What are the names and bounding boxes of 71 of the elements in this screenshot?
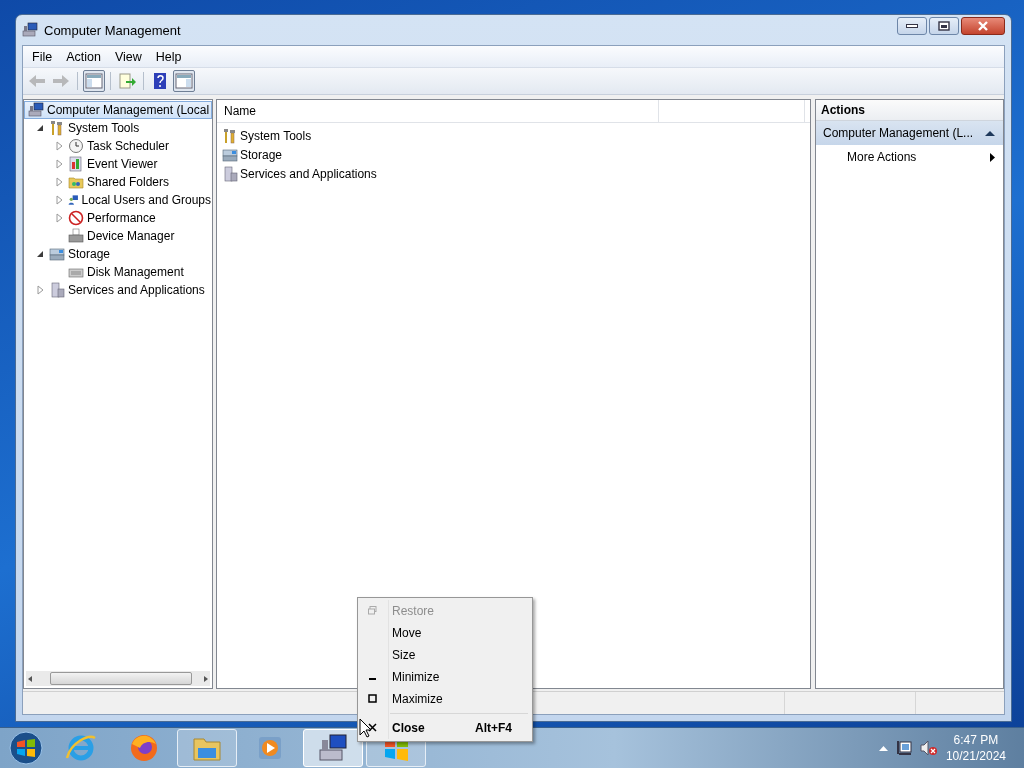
computer-icon [28, 102, 44, 118]
close-button[interactable] [961, 17, 1005, 35]
server-icon [222, 165, 238, 182]
menu-item[interactable]: Maximize [360, 688, 530, 710]
time-text: 6:47 PM [953, 732, 999, 748]
menu-item[interactable]: Move [360, 622, 530, 644]
folder-icon [68, 174, 84, 190]
list-item[interactable]: Storage [217, 145, 810, 164]
tree-item[interactable]: Event Viewer [24, 155, 212, 173]
tree-item[interactable]: Services and Applications [24, 281, 212, 299]
collapsed-arrow-icon[interactable] [34, 284, 46, 296]
maximize-icon [938, 21, 950, 31]
list-item[interactable]: Services and Applications [217, 164, 810, 183]
action-pane-button[interactable] [173, 70, 195, 92]
menu-item[interactable]: File [25, 47, 60, 66]
mouse-cursor-icon [359, 718, 372, 738]
tree-item[interactable]: Performance [24, 209, 212, 227]
tree-item[interactable]: Shared Folders [24, 173, 212, 191]
close-icon [368, 723, 377, 732]
tree-item[interactable]: System Tools [24, 119, 212, 137]
collapse-arrow-icon[interactable] [985, 129, 995, 137]
storage-icon [222, 146, 238, 163]
server-icon [49, 282, 65, 298]
tree-pane-button[interactable] [83, 70, 105, 92]
actions-section[interactable]: Computer Management (L... [816, 121, 1003, 145]
menu-item[interactable]: View [107, 47, 149, 66]
collapsed-arrow-icon[interactable] [53, 194, 65, 206]
tools-icon [222, 127, 238, 144]
computer-icon [317, 732, 349, 764]
show-hidden-icons-icon[interactable] [878, 745, 888, 751]
collapsed-arrow-icon[interactable] [53, 176, 65, 188]
storage-icon [49, 246, 65, 262]
minimize-icon [906, 23, 918, 29]
window-title: Computer Management [44, 22, 182, 38]
tree-item[interactable]: Local Users and Groups [24, 191, 212, 209]
clock[interactable]: 6:47 PM 10/21/2024 [945, 732, 1006, 764]
maximize-icon [368, 694, 377, 703]
tree-item[interactable]: Computer Management (Local [24, 101, 212, 119]
tree-item[interactable]: Device Manager [24, 227, 212, 245]
restore-icon [368, 606, 377, 615]
network-icon[interactable] [895, 740, 912, 756]
computer-icon [22, 22, 38, 38]
column-header[interactable]: Name [217, 100, 659, 122]
action-item[interactable]: More Actions [816, 145, 1003, 169]
horizontal-scrollbar[interactable] [26, 671, 210, 686]
menu-item[interactable]: Help [148, 47, 189, 66]
actions-header: Actions [816, 100, 1003, 121]
menu-item[interactable]: Size [360, 644, 530, 666]
clock-icon [68, 138, 84, 154]
shortcut-text: Alt+F4 [475, 721, 512, 735]
muted-speaker-icon[interactable] [919, 740, 938, 756]
menu-item[interactable]: Action [59, 47, 108, 66]
no-sign-icon [68, 210, 84, 226]
list-item[interactable]: System Tools [217, 126, 810, 145]
tree-item[interactable]: Storage [24, 245, 212, 263]
browser-icon [128, 732, 160, 764]
maximize-button[interactable] [929, 17, 959, 35]
collapsed-arrow-icon[interactable] [53, 158, 65, 170]
tree-item[interactable]: Task Scheduler [24, 137, 212, 155]
menu-item[interactable]: Minimize [360, 666, 530, 688]
users-icon [68, 192, 79, 208]
date-text: 10/21/2024 [945, 748, 1006, 764]
tree-item[interactable]: Disk Management [24, 263, 212, 281]
export-button[interactable] [116, 70, 138, 92]
printer-icon [68, 228, 84, 244]
collapsed-arrow-icon[interactable] [53, 140, 65, 152]
tools-icon [49, 120, 65, 136]
minimize-button[interactable] [897, 17, 927, 35]
log-icon [68, 156, 84, 172]
collapsed-arrow-icon[interactable] [53, 212, 65, 224]
close-icon [977, 21, 989, 31]
